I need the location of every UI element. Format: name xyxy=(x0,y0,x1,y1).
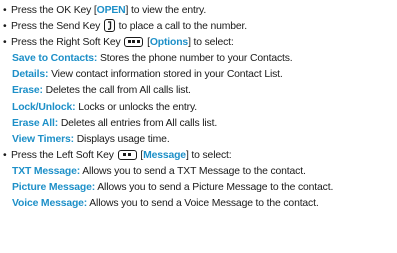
option-term: Details: xyxy=(12,69,49,81)
option-term: View Timers: xyxy=(12,133,74,145)
instruction-right-soft-key: • Press the Right Soft Key [Options] to s… xyxy=(3,35,395,51)
option-term: Erase: xyxy=(12,85,43,97)
option-lock-unlock: Lock/Unlock: Locks or unlocks the entry. xyxy=(3,100,395,116)
options-key-label: Options xyxy=(149,37,189,49)
option-voice-message: Voice Message: Allows you to send a Voic… xyxy=(3,196,395,212)
option-term: Save to Contacts: xyxy=(12,53,98,65)
option-erase: Erase: Deletes the call from All calls l… xyxy=(3,83,395,99)
option-details: Details: View contact information stored… xyxy=(3,67,395,83)
instruction-view-entry: • Press the OK Key [OPEN] to view the ent… xyxy=(3,3,395,19)
ok-key-label: OPEN xyxy=(96,5,126,16)
right-soft-key-icon xyxy=(124,37,144,48)
instruction-text: Press the Right Soft Key xyxy=(11,37,121,49)
instruction-place-call: • Press the Send Key to place a call to t… xyxy=(3,19,395,35)
option-view-timers: View Timers: Displays usage time. xyxy=(3,132,395,148)
option-description: View contact information stored in your … xyxy=(51,69,283,81)
option-description: Allows you to send a Picture Message to … xyxy=(97,182,334,194)
option-save-to-contacts: Save to Contacts: Stores the phone numbe… xyxy=(3,51,395,67)
left-soft-key-icon xyxy=(117,149,137,160)
option-description: Allows you to send a TXT Message to the … xyxy=(82,165,306,177)
instruction-text: to place a call to the number. xyxy=(118,21,248,33)
option-description: Locks or unlocks the entry. xyxy=(78,101,197,113)
bullet: • xyxy=(3,149,7,161)
bullet: • xyxy=(3,37,7,49)
instruction-text: ] to select: xyxy=(188,37,234,49)
option-description: Stores the phone number to your Contacts… xyxy=(99,53,293,65)
send-key-icon xyxy=(103,19,115,33)
instruction-text: ] to view the entry. xyxy=(125,5,207,16)
instruction-text: Press the Left Soft Key xyxy=(11,149,114,161)
option-term: Picture Message: xyxy=(12,182,96,194)
option-erase-all: Erase All: Deletes all entries from All … xyxy=(3,116,395,132)
bullet: • xyxy=(3,5,7,16)
option-term: Lock/Unlock: xyxy=(12,101,76,113)
message-key-label: Message xyxy=(143,149,186,161)
option-description: Deletes all entries from All calls list. xyxy=(60,117,218,129)
instruction-left-soft-key: • Press the Left Soft Key [Message] to se… xyxy=(3,148,395,164)
instruction-text: Press the OK Key [ xyxy=(11,5,97,16)
option-picture-message: Picture Message: Allows you to send a Pi… xyxy=(3,180,395,196)
option-term: Voice Message: xyxy=(12,198,88,210)
instruction-list: • Press the OK Key [OPEN] to view the ent… xyxy=(3,3,395,212)
option-term: TXT Message: xyxy=(12,165,81,177)
option-description: Displays usage time. xyxy=(76,133,170,145)
option-term: Erase All: xyxy=(12,117,59,129)
instruction-text: Press the Send Key xyxy=(11,21,101,33)
instruction-text: ] to select: xyxy=(185,149,232,161)
option-description: Deletes the call from All calls list. xyxy=(45,85,191,97)
option-txt-message: TXT Message: Allows you to send a TXT Me… xyxy=(3,164,395,180)
bullet: • xyxy=(3,21,7,33)
option-description: Allows you to send a Voice Message to th… xyxy=(89,198,319,210)
